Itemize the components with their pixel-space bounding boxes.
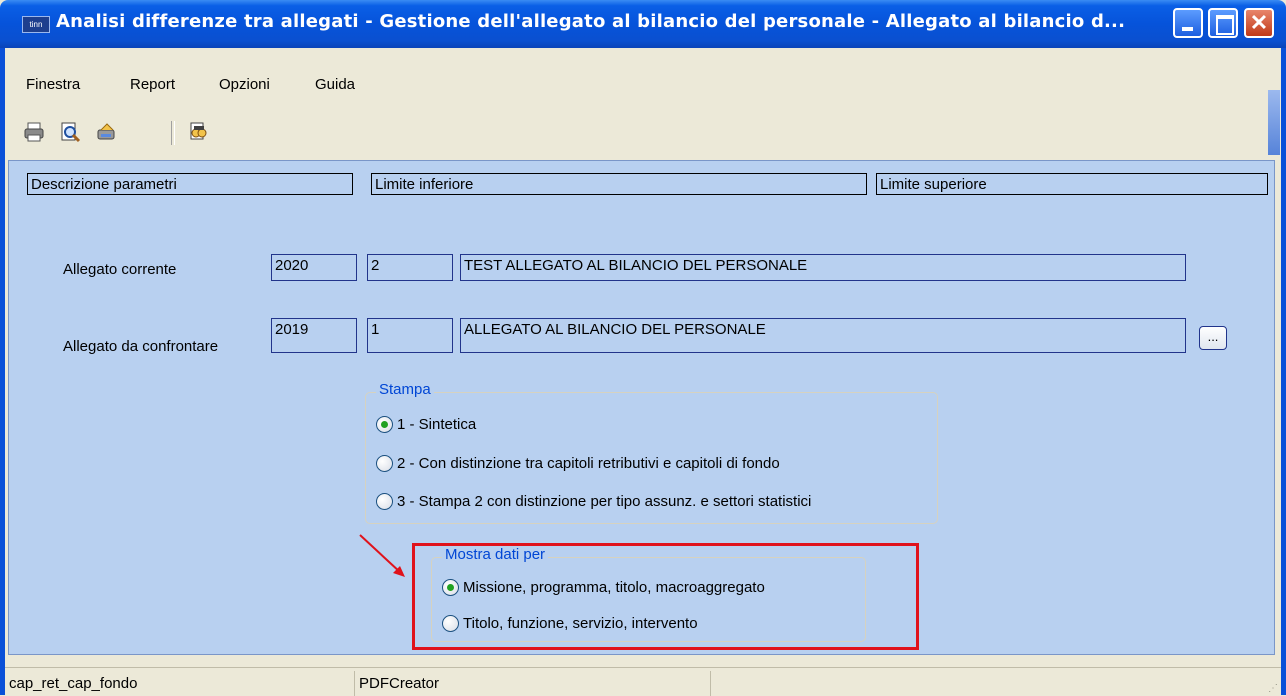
resize-grip-icon[interactable]: ⋰ — [1268, 683, 1278, 694]
radio-selected-icon — [376, 415, 393, 433]
allegato-corrente-descrizione-field[interactable]: TEST ALLEGATO AL BILANCIO DEL PERSONALE — [460, 254, 1186, 281]
status-panel-1: cap_ret_cap_fondo — [5, 671, 355, 696]
toolbar — [5, 102, 1281, 157]
minimize-icon — [1182, 27, 1193, 31]
toolbar-separator — [171, 121, 175, 145]
radio-unselected-icon — [376, 492, 393, 510]
status-panel-2: PDFCreator — [355, 671, 711, 696]
maximize-button[interactable] — [1208, 8, 1238, 38]
stampa-option-2[interactable]: 2 - Con distinzione tra capitoli retribu… — [376, 452, 780, 476]
stampa-option-2-label: 2 - Con distinzione tra capitoli retribu… — [397, 455, 780, 472]
status-bar: cap_ret_cap_fondo PDFCreator ⋰ — [5, 667, 1281, 696]
stampa-option-3-label: 3 - Stampa 2 con distinzione per tipo as… — [397, 493, 812, 510]
radio-unselected-icon — [376, 454, 393, 472]
stampa-group: Stampa 1 - Sintetica 2 - Con distinzione… — [365, 381, 938, 524]
allegato-corrente-anno-field[interactable]: 2020 — [271, 254, 357, 281]
window-title: Analisi differenze tra allegati - Gestio… — [56, 11, 1126, 32]
search-icon[interactable] — [187, 121, 209, 143]
browse-button[interactable]: ... — [1199, 326, 1227, 350]
header-limite-inferiore: Limite inferiore — [371, 173, 867, 195]
header-descrizione: Descrizione parametri — [27, 173, 353, 195]
allegato-corrente-numero-field[interactable]: 2 — [367, 254, 453, 281]
arrow-icon — [359, 534, 405, 577]
export-icon[interactable] — [95, 121, 117, 143]
allegato-confronto-anno-field[interactable]: 2019 — [271, 318, 357, 353]
allegato-corrente-label: Allegato corrente — [63, 261, 177, 278]
allegato-confronto-label: Allegato da confrontare — [63, 338, 219, 355]
highlight-box — [412, 543, 919, 650]
stampa-option-1[interactable]: 1 - Sintetica — [376, 413, 476, 437]
print-preview-icon[interactable] — [59, 121, 81, 143]
stampa-legend: Stampa — [376, 381, 434, 398]
close-button[interactable]: ✕ — [1244, 8, 1274, 38]
allegato-confronto-numero-field[interactable]: 1 — [367, 318, 453, 353]
minimize-button[interactable] — [1173, 8, 1203, 38]
allegato-confronto-descrizione-field[interactable]: ALLEGATO AL BILANCIO DEL PERSONALE — [460, 318, 1186, 353]
menu-report[interactable]: Report — [130, 76, 175, 93]
status-panel-3 — [711, 671, 1276, 696]
menu-opzioni[interactable]: Opzioni — [219, 76, 270, 93]
printer-icon[interactable] — [23, 121, 45, 143]
close-icon: ✕ — [1249, 10, 1269, 35]
stampa-option-3[interactable]: 3 - Stampa 2 con distinzione per tipo as… — [376, 490, 811, 514]
header-limite-superiore: Limite superiore — [876, 173, 1268, 195]
title-bar[interactable]: tinn Analisi differenze tra allegati - G… — [0, 0, 1286, 48]
app-icon: tinn — [22, 16, 50, 33]
menu-guida[interactable]: Guida — [315, 76, 355, 93]
toolbar-chevron-icon[interactable] — [1268, 90, 1280, 155]
window-frame-right — [1281, 48, 1286, 695]
maximize-icon — [1216, 15, 1234, 35]
stampa-option-1-label: 1 - Sintetica — [397, 416, 477, 433]
menu-bar: Finestra Report Opzioni Guida — [5, 48, 1281, 102]
menu-finestra[interactable]: Finestra — [26, 76, 80, 93]
